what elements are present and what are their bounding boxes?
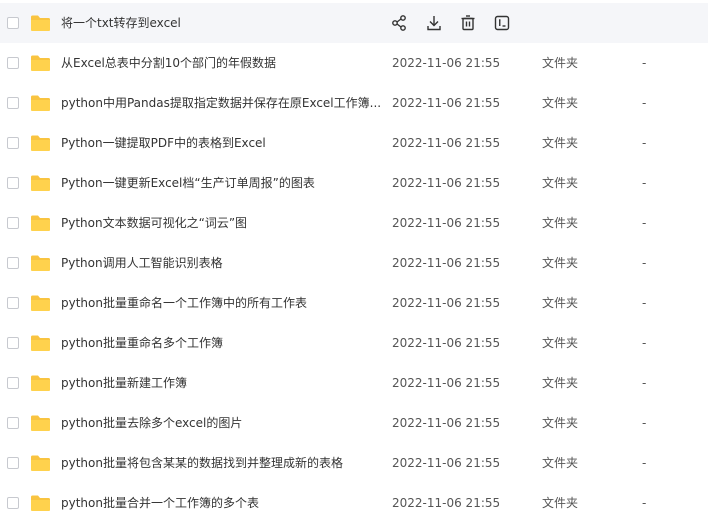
folder-icon [30,134,51,152]
file-size: - [642,416,647,430]
file-size: - [642,496,647,510]
row-checkbox[interactable] [7,417,19,429]
folder-icon [30,14,51,32]
file-size: - [642,336,647,350]
file-name[interactable]: python中用Pandas提取指定数据并保存在原Excel工作簿... [61,95,381,111]
file-size: - [642,176,647,190]
file-name[interactable]: python批量重命名多个工作簿 [61,335,381,351]
file-type: 文件夹 [542,216,579,230]
folder-icon [30,494,51,512]
file-type: 文件夹 [542,496,579,510]
file-date: 2022-11-06 21:55 [392,456,501,470]
file-name[interactable]: 从Excel总表中分割10个部门的年假数据 [61,55,381,71]
file-type: 文件夹 [542,456,579,470]
file-date: 2022-11-06 21:55 [392,96,501,110]
file-type: 文件夹 [542,176,579,190]
file-date: 2022-11-06 21:55 [392,296,501,310]
file-date: 2022-11-06 21:55 [392,376,501,390]
table-row[interactable]: python中用Pandas提取指定数据并保存在原Excel工作簿... 2022… [0,83,708,123]
file-size: - [642,136,647,150]
file-type: 文件夹 [542,416,579,430]
file-size: - [642,216,647,230]
row-checkbox[interactable] [7,177,19,189]
file-name[interactable]: python批量合并一个工作簿的多个表 [61,495,381,511]
table-row[interactable]: 从Excel总表中分割10个部门的年假数据 2022-11-06 21:55 文件夹… [0,43,708,83]
row-checkbox[interactable] [7,257,19,269]
folder-icon [30,254,51,272]
file-name[interactable]: Python调用人工智能识别表格 [61,255,381,271]
folder-icon [30,214,51,232]
file-name[interactable]: Python一键更新Excel档“生产订单周报”的图表 [61,175,381,191]
folder-icon [30,454,51,472]
file-date: 2022-11-06 21:55 [392,336,501,350]
file-name[interactable]: Python文本数据可视化之“词云”图 [61,215,381,231]
folder-icon [30,294,51,312]
file-name[interactable]: python批量去除多个excel的图片 [61,415,381,431]
folder-icon [30,374,51,392]
file-size: - [642,376,647,390]
file-date: 2022-11-06 21:55 [392,56,501,70]
row-checkbox[interactable] [7,137,19,149]
table-row[interactable]: Python一键提取PDF中的表格到Excel 2022-11-06 21:55 文… [0,123,708,163]
file-type: 文件夹 [542,56,579,70]
file-name[interactable]: 将一个txt转存到excel [61,15,381,31]
file-type: 文件夹 [542,376,579,390]
share-icon[interactable] [390,14,408,32]
file-name[interactable]: python批量新建工作簿 [61,375,381,391]
table-row[interactable]: Python调用人工智能识别表格 2022-11-06 21:55 文件夹 - [0,243,708,283]
table-row[interactable]: python批量新建工作簿 2022-11-06 21:55 文件夹 - [0,363,708,403]
file-type: 文件夹 [542,96,579,110]
file-type: 文件夹 [542,296,579,310]
file-date: 2022-11-06 21:55 [392,136,501,150]
file-date: 2022-11-06 21:55 [392,416,501,430]
file-name[interactable]: Python一键提取PDF中的表格到Excel [61,135,381,151]
file-date: 2022-11-06 21:55 [392,496,501,510]
file-list: 将一个txt转存到excel 从Excel总表中分割10个部门的年假数据 2022-… [0,0,708,524]
file-date: 2022-11-06 21:55 [392,256,501,270]
table-row[interactable]: python批量重命名一个工作簿中的所有工作表 2022-11-06 21:55 文… [0,283,708,323]
table-row[interactable]: python批量去除多个excel的图片 2022-11-06 21:55 文件夹 - [0,403,708,443]
row-checkbox[interactable] [7,217,19,229]
row-checkbox[interactable] [7,57,19,69]
file-size: - [642,296,647,310]
file-type: 文件夹 [542,136,579,150]
file-name[interactable]: python批量重命名一个工作簿中的所有工作表 [61,295,381,311]
file-size: - [642,96,647,110]
row-checkbox[interactable] [7,497,19,509]
table-row[interactable]: python批量合并一个工作簿的多个表 2022-11-06 21:55 文件夹 - [0,483,708,523]
table-row[interactable]: python批量将包含某某的数据找到并整理成新的表格 2022-11-06 21:… [0,443,708,483]
file-type: 文件夹 [542,256,579,270]
row-checkbox[interactable] [7,297,19,309]
row-checkbox[interactable] [7,457,19,469]
table-row[interactable]: Python文本数据可视化之“词云”图 2022-11-06 21:55 文件夹 - [0,203,708,243]
row-checkbox[interactable] [7,17,19,29]
file-size: - [642,456,647,470]
table-row[interactable]: python批量重命名多个工作簿 2022-11-06 21:55 文件夹 - [0,323,708,363]
folder-icon [30,334,51,352]
file-size: - [642,256,647,270]
folder-icon [30,54,51,72]
file-date: 2022-11-06 21:55 [392,216,501,230]
table-row[interactable]: Python一键更新Excel档“生产订单周报”的图表 2022-11-06 21… [0,163,708,203]
delete-icon[interactable] [459,14,477,32]
file-name[interactable]: python批量将包含某某的数据找到并整理成新的表格 [61,455,381,471]
folder-icon [30,174,51,192]
file-date: 2022-11-06 21:55 [392,176,501,190]
file-type: 文件夹 [542,336,579,350]
table-row[interactable]: 将一个txt转存到excel [0,3,708,43]
folder-icon [30,414,51,432]
file-size: - [642,56,647,70]
folder-icon [30,94,51,112]
row-checkbox[interactable] [7,97,19,109]
download-icon[interactable] [425,14,443,32]
more-info-icon[interactable] [493,14,511,32]
row-checkbox[interactable] [7,377,19,389]
row-checkbox[interactable] [7,337,19,349]
